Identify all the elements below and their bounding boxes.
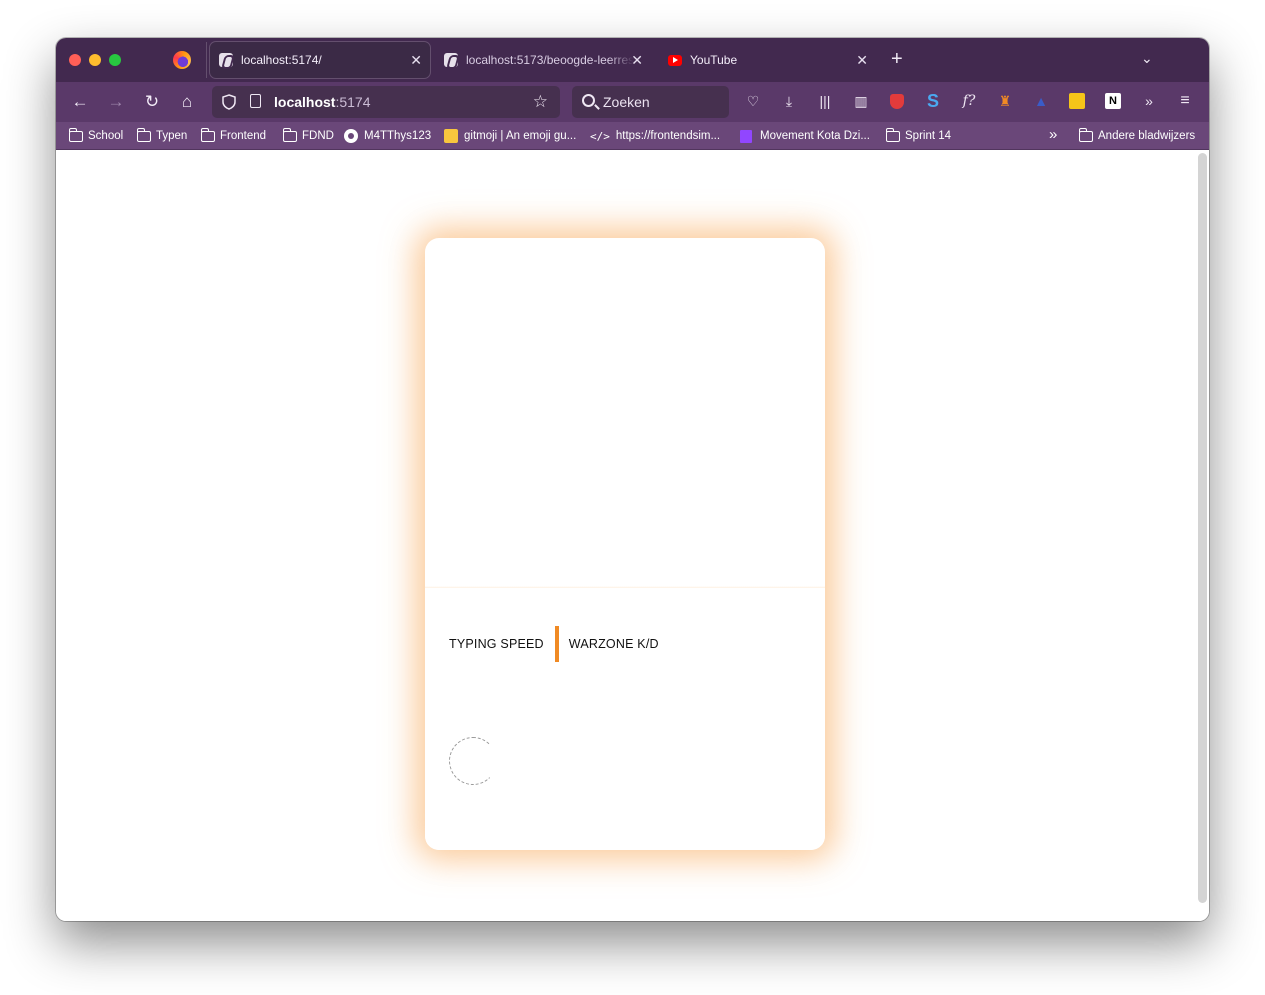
bookmark-other[interactable]: Andere bladwijzers — [1078, 127, 1196, 144]
stylus-icon[interactable]: S — [923, 91, 943, 111]
folder-icon — [1078, 127, 1093, 142]
close-window-button[interactable] — [69, 54, 81, 66]
tab-title: localhost:5173/beoogde-leerresultaten — [466, 53, 634, 67]
close-tab-icon[interactable]: ✕ — [856, 52, 868, 69]
bookmarks-toolbar: School Typen Frontend FDND M4TThys123 gi… — [56, 122, 1209, 150]
browser-window: localhost:5174/ ✕ localhost:5173/beoogde… — [56, 38, 1209, 921]
more-tools-icon[interactable]: » — [1139, 91, 1159, 111]
folder-icon — [68, 127, 83, 142]
home-icon[interactable]: ⌂ — [176, 91, 198, 113]
tab-localhost-5174[interactable]: localhost:5174/ ✕ — [210, 42, 430, 78]
svelte-icon — [444, 53, 458, 67]
search-icon — [582, 94, 595, 107]
bookmark-label: School — [88, 130, 124, 142]
page-info-icon[interactable] — [250, 94, 261, 108]
bookmark-sprint-14[interactable]: Sprint 14 — [885, 127, 952, 144]
bookmark-github[interactable]: M4TThys123 — [344, 128, 431, 144]
bookmark-label: Andere bladwijzers — [1098, 130, 1196, 142]
more-bookmarks-icon[interactable]: » — [1049, 126, 1057, 143]
library-icon[interactable]: ||| — [815, 91, 835, 111]
tab-localhost-5173[interactable]: localhost:5173/beoogde-leerresultaten ✕ — [436, 42, 651, 78]
search-bar[interactable]: Zoeken — [572, 86, 729, 118]
firefox-icon[interactable] — [173, 51, 191, 69]
page-content: TYPING SPEED WARZONE K/D — [56, 151, 1209, 921]
bookmark-label: M4TThys123 — [364, 130, 432, 142]
tab-separator — [206, 42, 207, 78]
close-tab-icon[interactable]: ✕ — [631, 52, 643, 69]
reload-icon[interactable]: ↻ — [141, 91, 163, 113]
back-icon[interactable]: ← — [69, 91, 91, 113]
close-tab-icon[interactable]: ✕ — [410, 52, 422, 69]
maximize-window-button[interactable] — [109, 54, 121, 66]
extension-icon[interactable]: ♜ — [995, 91, 1015, 111]
folder-icon — [200, 127, 215, 142]
github-icon — [344, 129, 358, 143]
stats-row: TYPING SPEED WARZONE K/D — [449, 626, 659, 662]
avatar — [449, 737, 497, 785]
minimize-window-button[interactable] — [89, 54, 101, 66]
tracking-protection-icon[interactable] — [222, 94, 236, 110]
tab-title: YouTube — [690, 53, 738, 67]
scrollbar[interactable] — [1198, 153, 1207, 903]
downloads-icon[interactable]: ⤓ — [779, 91, 799, 111]
address-bar[interactable]: localhost:5174 ☆ — [212, 86, 560, 118]
list-all-tabs-icon[interactable]: ⌄ — [1141, 50, 1153, 67]
code-icon: </> — [590, 129, 610, 143]
new-tab-button[interactable]: + — [891, 48, 903, 70]
stat-typing-speed: TYPING SPEED — [449, 637, 544, 651]
bookmark-label: Movement Kota Dzi... — [760, 130, 870, 142]
tab-youtube[interactable]: YouTube ✕ — [660, 42, 876, 78]
bookmark-fdnd[interactable]: FDND — [282, 127, 334, 144]
url-port: :5174 — [335, 94, 371, 110]
accessibility-extension-icon[interactable] — [1067, 91, 1087, 111]
bookmark-label: Typen — [156, 130, 188, 142]
bookmark-movement[interactable]: Movement Kota Dzi... — [740, 128, 870, 144]
notion-icon[interactable]: N — [1103, 91, 1123, 111]
bookmark-label: https://frontendsim... — [615, 130, 721, 142]
folder-icon — [282, 127, 297, 142]
menu-icon[interactable]: ≡ — [1175, 91, 1195, 111]
card-lower-section: TYPING SPEED WARZONE K/D — [425, 588, 825, 850]
youtube-icon — [668, 54, 682, 66]
bookmark-label: Sprint 14 — [905, 130, 952, 142]
url-text[interactable]: localhost:5174 — [274, 94, 371, 110]
twitch-icon — [740, 129, 752, 143]
bookmark-typen[interactable]: Typen — [136, 127, 188, 144]
folder-icon — [885, 127, 900, 142]
tab-title: localhost:5174/ — [241, 53, 322, 67]
whatfont-icon[interactable]: f? — [959, 91, 979, 111]
bookmark-frontendsim[interactable]: </> https://frontendsim... — [590, 128, 720, 144]
stat-warzone-kd: WARZONE K/D — [568, 637, 659, 651]
forward-icon[interactable]: → — [105, 91, 127, 113]
tab-strip: localhost:5174/ ✕ localhost:5173/beoogde… — [56, 38, 1209, 82]
gitmoji-icon — [444, 129, 458, 143]
bookmark-school[interactable]: School — [68, 127, 124, 144]
bookmark-frontend[interactable]: Frontend — [200, 127, 267, 144]
sidebar-icon[interactable]: ▥ — [851, 91, 871, 111]
ublock-icon[interactable] — [887, 91, 907, 111]
stat-separator — [554, 626, 559, 662]
bookmark-star-icon[interactable]: ☆ — [533, 92, 548, 112]
url-host: localhost — [274, 94, 336, 110]
stats-card: TYPING SPEED WARZONE K/D — [425, 238, 825, 850]
folder-icon — [136, 127, 151, 142]
navigation-toolbar: ← → ↻ ⌂ localhost:5174 ☆ Zoeken ♡ ⤓ ||| … — [56, 82, 1209, 122]
pocket-icon[interactable]: ♡ — [743, 91, 763, 111]
triangle-extension-icon[interactable]: ▲ — [1031, 91, 1051, 111]
bookmark-gitmoji[interactable]: gitmoji | An emoji gu... — [444, 128, 576, 144]
svelte-icon — [219, 53, 233, 67]
bookmark-label: Frontend — [220, 130, 267, 142]
search-placeholder: Zoeken — [603, 94, 650, 110]
bookmark-label: gitmoji | An emoji gu... — [464, 130, 577, 142]
bookmark-label: FDND — [302, 130, 334, 142]
